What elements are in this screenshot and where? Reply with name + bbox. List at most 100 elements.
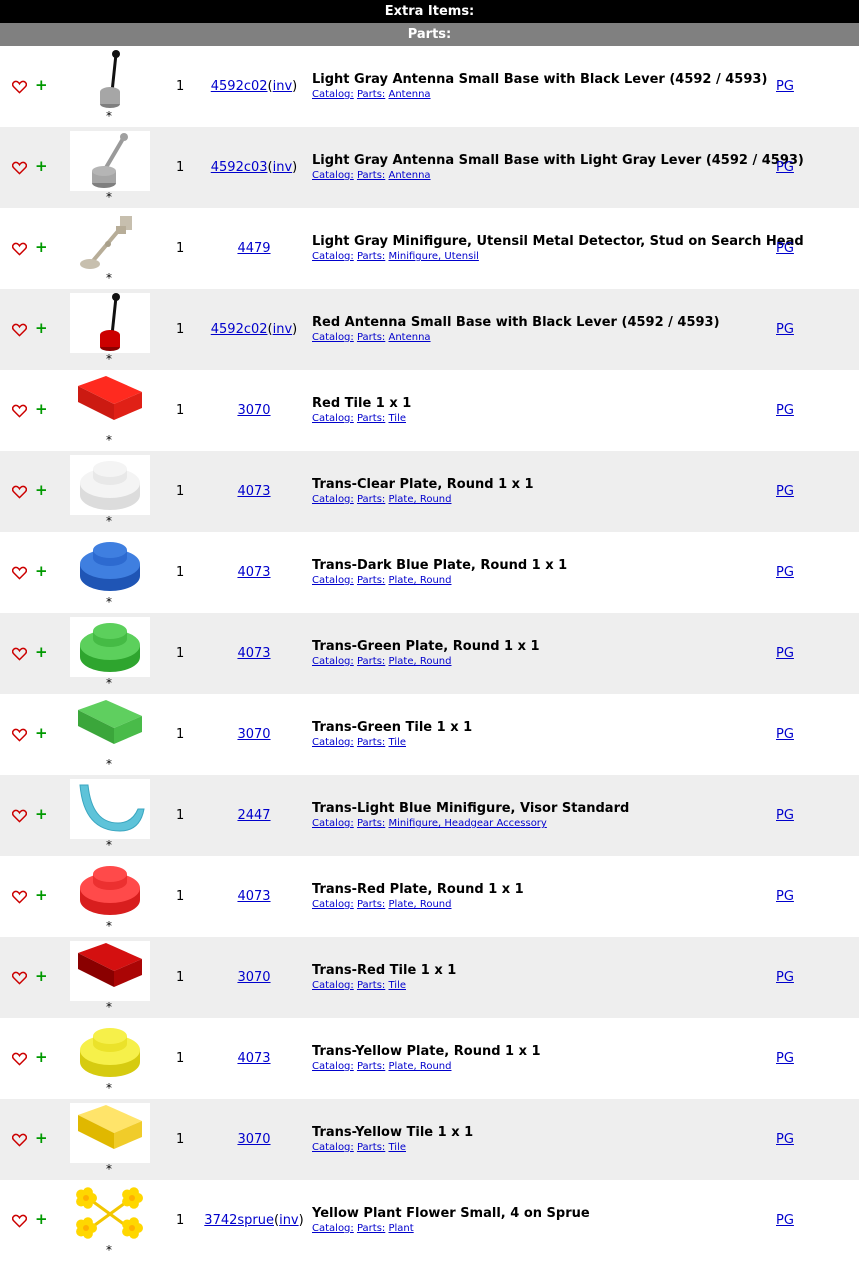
heart-icon[interactable] [11,79,28,94]
item-number-link[interactable]: 4073 [237,889,270,904]
add-plus-button[interactable]: + [35,400,48,418]
parts-link[interactable]: Parts: [357,737,385,748]
catalog-link[interactable]: Catalog: [312,1223,354,1234]
category-link[interactable]: Plate, Round [388,1061,451,1072]
catalog-link[interactable]: Catalog: [312,251,354,262]
price-guide-link[interactable]: PG [776,727,794,742]
catalog-link[interactable]: Catalog: [312,656,354,667]
price-guide-link[interactable]: PG [776,646,794,661]
add-plus-button[interactable]: + [35,238,48,256]
heart-icon[interactable] [11,565,28,580]
part-image[interactable] [70,455,150,515]
inventory-link[interactable]: inv [273,322,293,337]
part-image[interactable] [70,1022,150,1082]
add-plus-button[interactable]: + [35,805,48,823]
part-image[interactable] [70,1184,150,1244]
category-link[interactable]: Plant [388,1223,413,1234]
add-plus-button[interactable]: + [35,1210,48,1228]
category-link[interactable]: Tile [388,413,406,424]
category-link[interactable]: Minifigure, Headgear Accessory [388,818,546,829]
price-guide-link[interactable]: PG [776,1132,794,1147]
price-guide-link[interactable]: PG [776,565,794,580]
price-guide-link[interactable]: PG [776,484,794,499]
parts-link[interactable]: Parts: [357,1223,385,1234]
part-image[interactable] [70,617,150,677]
catalog-link[interactable]: Catalog: [312,1142,354,1153]
item-number-link[interactable]: 3070 [237,970,270,985]
part-image[interactable] [70,536,150,596]
part-image[interactable] [70,860,150,920]
price-guide-link[interactable]: PG [776,1051,794,1066]
heart-icon[interactable] [11,889,28,904]
parts-link[interactable]: Parts: [357,1142,385,1153]
category-link[interactable]: Tile [388,1142,406,1153]
add-plus-button[interactable]: + [35,643,48,661]
heart-icon[interactable] [11,403,28,418]
catalog-link[interactable]: Catalog: [312,1061,354,1072]
category-link[interactable]: Minifigure, Utensil [388,251,478,262]
parts-link[interactable]: Parts: [357,170,385,181]
parts-link[interactable]: Parts: [357,899,385,910]
add-plus-button[interactable]: + [35,724,48,742]
parts-link[interactable]: Parts: [357,413,385,424]
add-plus-button[interactable]: + [35,319,48,337]
heart-icon[interactable] [11,241,28,256]
category-link[interactable]: Tile [388,737,406,748]
part-image[interactable] [70,131,150,191]
parts-link[interactable]: Parts: [357,656,385,667]
heart-icon[interactable] [11,1132,28,1147]
catalog-link[interactable]: Catalog: [312,818,354,829]
parts-link[interactable]: Parts: [357,494,385,505]
price-guide-link[interactable]: PG [776,889,794,904]
part-image[interactable] [70,293,150,353]
heart-icon[interactable] [11,484,28,499]
catalog-link[interactable]: Catalog: [312,494,354,505]
part-image[interactable] [70,941,150,1001]
price-guide-link[interactable]: PG [776,79,794,94]
add-plus-button[interactable]: + [35,562,48,580]
part-image[interactable] [70,374,150,434]
price-guide-link[interactable]: PG [776,970,794,985]
category-link[interactable]: Antenna [388,332,430,343]
price-guide-link[interactable]: PG [776,241,794,256]
inventory-link[interactable]: inv [273,160,293,175]
category-link[interactable]: Antenna [388,89,430,100]
add-plus-button[interactable]: + [35,481,48,499]
heart-icon[interactable] [11,970,28,985]
add-plus-button[interactable]: + [35,967,48,985]
item-number-link[interactable]: 4479 [237,241,270,256]
part-image[interactable] [70,1103,150,1163]
price-guide-link[interactable]: PG [776,160,794,175]
part-image[interactable] [70,50,150,110]
parts-link[interactable]: Parts: [357,251,385,262]
part-image[interactable] [70,698,150,758]
parts-link[interactable]: Parts: [357,1061,385,1072]
parts-link[interactable]: Parts: [357,89,385,100]
catalog-link[interactable]: Catalog: [312,737,354,748]
add-plus-button[interactable]: + [35,1048,48,1066]
item-number-link[interactable]: 3070 [237,403,270,418]
item-number-link[interactable]: 4592c03 [211,160,268,175]
price-guide-link[interactable]: PG [776,1213,794,1228]
part-image[interactable] [70,212,150,272]
price-guide-link[interactable]: PG [776,808,794,823]
add-plus-button[interactable]: + [35,1129,48,1147]
price-guide-link[interactable]: PG [776,403,794,418]
heart-icon[interactable] [11,646,28,661]
category-link[interactable]: Plate, Round [388,656,451,667]
heart-icon[interactable] [11,808,28,823]
catalog-link[interactable]: Catalog: [312,980,354,991]
parts-link[interactable]: Parts: [357,332,385,343]
part-image[interactable] [70,779,150,839]
inventory-link[interactable]: inv [273,79,293,94]
item-number-link[interactable]: 3742sprue [204,1213,274,1228]
heart-icon[interactable] [11,1051,28,1066]
parts-link[interactable]: Parts: [357,575,385,586]
item-number-link[interactable]: 4073 [237,484,270,499]
item-number-link[interactable]: 4592c02 [211,322,268,337]
item-number-link[interactable]: 4592c02 [211,79,268,94]
category-link[interactable]: Antenna [388,170,430,181]
heart-icon[interactable] [11,1213,28,1228]
price-guide-link[interactable]: PG [776,322,794,337]
category-link[interactable]: Plate, Round [388,575,451,586]
